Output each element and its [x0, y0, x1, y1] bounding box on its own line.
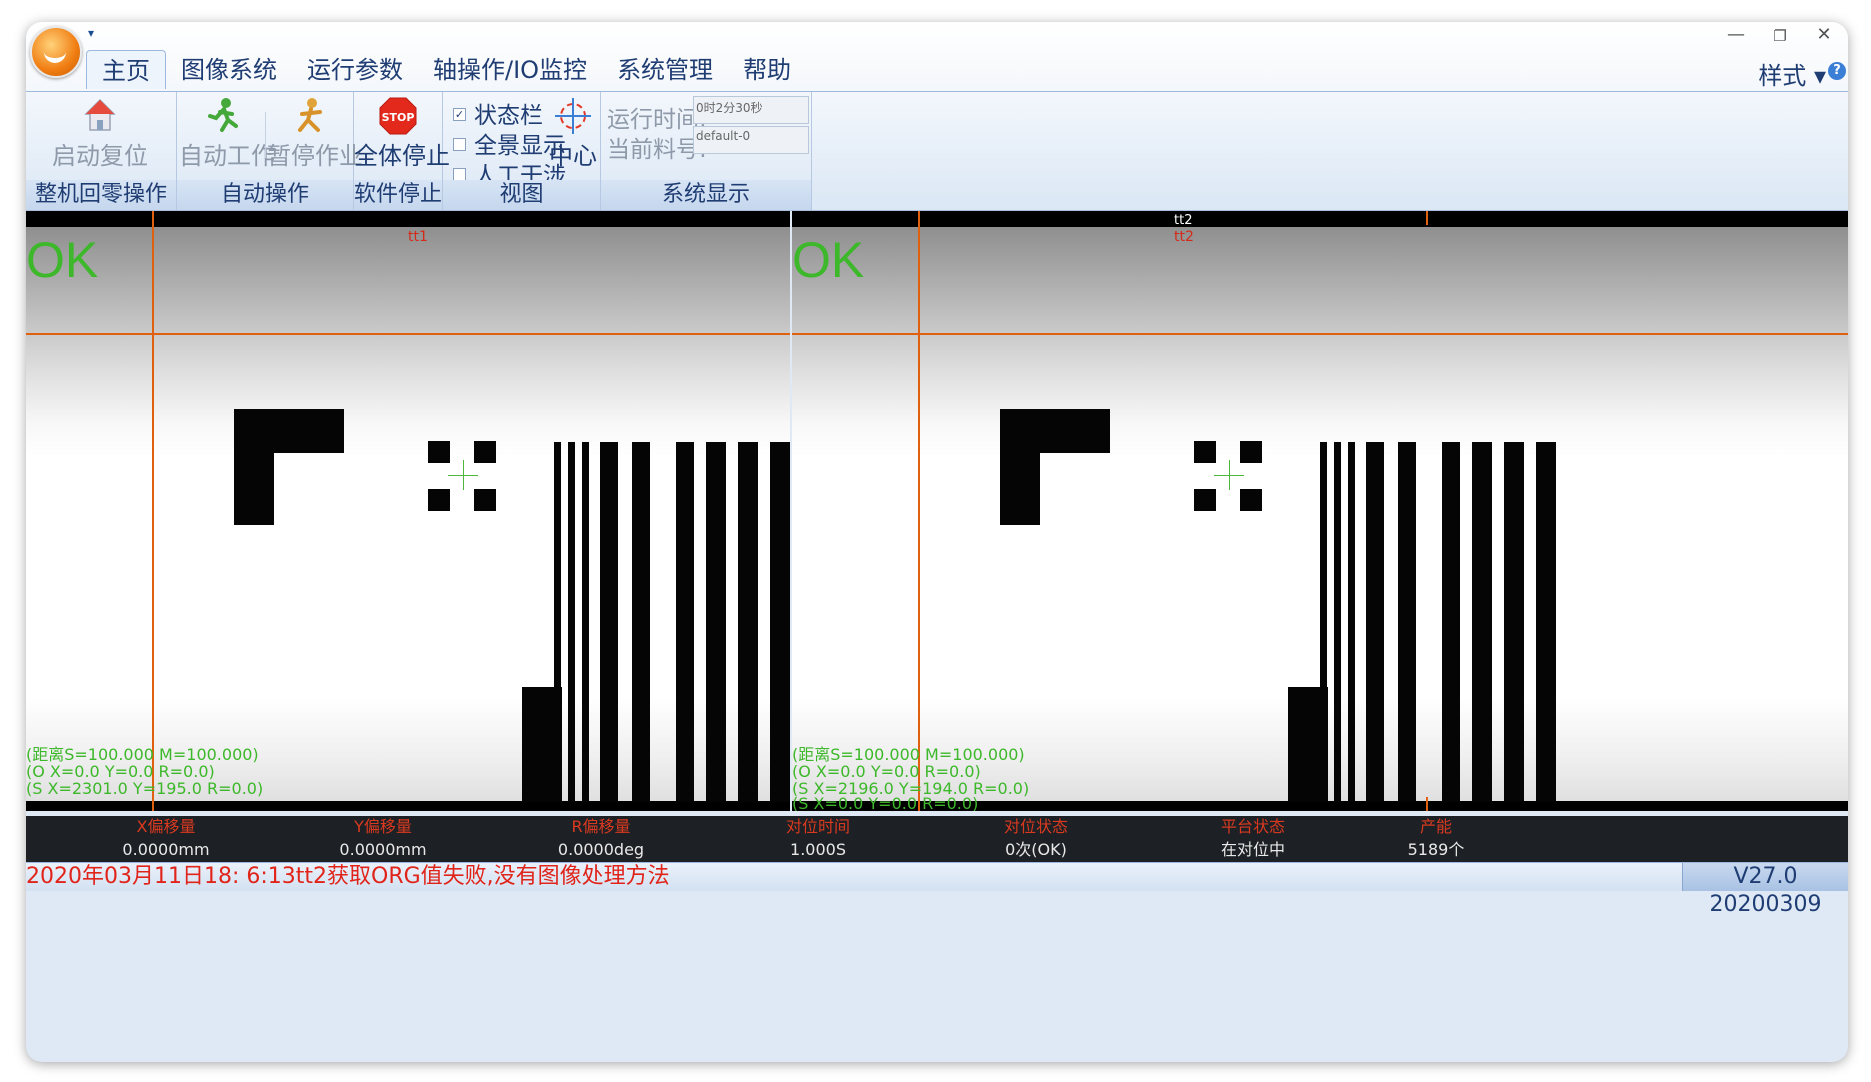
guide-marker-top — [1426, 211, 1428, 225]
camera-view-left[interactable]: OK tt1 (距离S=100.000 M=100.000) (O X=0.0 … — [26, 211, 790, 811]
pause-work-label: 暂停作业 — [267, 142, 363, 170]
guide-marker-bottom — [1426, 797, 1428, 811]
ribbon: 启动复位 整机回零操作 自动工作 暂停作业 自动操作 STOP 全体停止 软件停… — [26, 91, 1848, 211]
material-label: 当前料号: — [607, 137, 707, 163]
center-button-label: 中心 — [549, 142, 597, 170]
run-time-label: 运行时间: — [607, 107, 707, 133]
menu-tabs: 主页 图像系统 运行参数 轴操作/IO监控 系统管理 帮助 — [86, 50, 806, 90]
measure-info-line: (O X=0.0 Y=0.0 R=0.0) — [26, 762, 215, 781]
reset-button-label: 启动复位 — [52, 142, 148, 170]
guide-line-horizontal[interactable] — [26, 333, 790, 335]
auto-work-label: 自动工作 — [179, 142, 275, 170]
stat-y-offset: Y偏移量 0.0000mm — [273, 816, 493, 862]
result-ok-label: OK — [26, 232, 99, 288]
alignment-stats-bar: X偏移量 0.0000mm Y偏移量 0.0000mm R偏移量 0.0000d… — [26, 816, 1848, 864]
tab-system-admin[interactable]: 系统管理 — [602, 50, 728, 88]
stop-all-button[interactable]: STOP 全体停止 — [354, 96, 450, 171]
stat-label: 产能 — [1419, 817, 1452, 836]
stat-r-offset: R偏移量 0.0000deg — [491, 816, 711, 862]
stat-value: 0次(OK) — [1005, 840, 1067, 859]
stop-sign-icon: STOP — [379, 97, 417, 135]
version-label: V27.0 20200309 — [1682, 863, 1848, 917]
restore-button[interactable]: ❐ — [1760, 27, 1800, 45]
checkbox-status-bar[interactable]: ✓ 状态栏 — [453, 96, 543, 130]
run-time-field: 0时2分30秒 — [693, 96, 809, 124]
group-label-system-display: 系统显示 — [601, 180, 811, 210]
ribbon-group-homing: 启动复位 整机回零操作 — [26, 92, 177, 210]
pause-person-icon — [298, 98, 322, 132]
ribbon-separator — [265, 112, 266, 158]
help-icon[interactable]: ? — [1828, 62, 1846, 80]
ribbon-group-auto: 自动工作 暂停作业 自动操作 — [177, 92, 363, 210]
crosshair-target-icon — [555, 98, 591, 134]
checkbox-panorama-box[interactable] — [453, 138, 466, 151]
stat-label: R偏移量 — [571, 817, 631, 836]
camera-name-label: tt1 — [408, 229, 428, 245]
status-message: 2020年03月11日18: 6:13tt2获取ORG值失败,没有图像处理方法 — [26, 864, 670, 889]
tab-home[interactable]: 主页 — [86, 50, 166, 89]
reset-button[interactable]: 启动复位 — [44, 96, 156, 171]
ribbon-group-view: ✓ 状态栏 全景显示 人工干涉 中心 视图 — [443, 92, 601, 210]
measure-info-line: (S X=0.0 Y=0.0 R=0.0) — [792, 794, 979, 811]
status-bar: 2020年03月11日18: 6:13tt2获取ORG值失败,没有图像处理方法 … — [26, 862, 1848, 917]
ribbon-group-system-display: 运行时间: 0时2分30秒 当前料号: default-0 系统显示 — [601, 92, 812, 210]
stat-x-offset: X偏移量 0.0000mm — [56, 816, 276, 862]
app-window: ▾ — ❐ ✕ 主页 图像系统 运行参数 轴操作/IO监控 系统管理 帮助 样式… — [26, 22, 1848, 1062]
stat-align-time: 对位时间 1.000S — [708, 816, 928, 862]
stat-align-status: 对位状态 0次(OK) — [926, 816, 1146, 862]
auto-work-button[interactable]: 自动工作 — [179, 96, 275, 171]
ribbon-group-stop: STOP 全体停止 软件停止 — [354, 92, 450, 210]
pause-work-button[interactable]: 暂停作业 — [267, 96, 363, 171]
stat-label: Y偏移量 — [354, 817, 412, 836]
tab-run-params[interactable]: 运行参数 — [292, 50, 418, 88]
stat-value: 0.0000mm — [122, 840, 210, 859]
guide-line-vertical[interactable] — [918, 211, 920, 811]
stat-label: X偏移量 — [136, 817, 196, 836]
material-field: default-0 — [693, 126, 809, 154]
measure-info-line: (O X=0.0 Y=0.0 R=0.0) — [792, 762, 981, 781]
title-bar: ▾ — ❐ ✕ 主页 图像系统 运行参数 轴操作/IO监控 系统管理 帮助 样式… — [26, 22, 1848, 92]
svg-text:STOP: STOP — [382, 111, 415, 124]
measure-info-line: (距离S=100.000 M=100.000) — [26, 745, 259, 764]
camera-view-right[interactable]: OK tt2 tt2 (距离S=100.000 M=100.000) (O X=… — [792, 211, 1848, 811]
guide-line-vertical[interactable] — [152, 211, 154, 811]
measure-info-line: (距离S=100.000 M=100.000) — [792, 745, 1025, 764]
quick-access-dropdown-icon[interactable]: ▾ — [88, 26, 94, 40]
tab-axis-io[interactable]: 轴操作/IO监控 — [418, 50, 602, 88]
style-menu[interactable]: 样式 ▾ — [1758, 56, 1826, 91]
target-crosshair-vertical — [463, 460, 464, 490]
stat-value: 0.0000mm — [339, 840, 427, 859]
stat-value: 1.000S — [790, 840, 846, 859]
house-reset-icon — [84, 98, 116, 131]
camera-image-right — [792, 227, 1848, 802]
close-button[interactable]: ✕ — [1804, 24, 1844, 45]
target-crosshair-vertical — [1229, 460, 1230, 490]
camera-image-left — [26, 227, 790, 802]
measure-info-line: (S X=2301.0 Y=195.0 R=0.0) — [26, 779, 264, 798]
app-logo-icon[interactable] — [30, 26, 82, 78]
running-man-icon — [208, 98, 238, 132]
stat-label: 对位时间 — [785, 817, 850, 836]
stat-value: 0.0000deg — [557, 840, 645, 859]
group-label-homing: 整机回零操作 — [26, 180, 176, 210]
stat-throughput: 产能 5189个 — [1326, 816, 1546, 862]
camera-name-top-label: tt2 — [1174, 213, 1193, 228]
group-label-view: 视图 — [443, 180, 600, 210]
checkbox-status-bar-box[interactable]: ✓ — [453, 108, 466, 121]
result-ok-label: OK — [792, 232, 865, 288]
tab-help[interactable]: 帮助 — [728, 50, 806, 88]
minimize-button[interactable]: — — [1716, 24, 1756, 45]
stat-value: 5189个 — [1407, 840, 1465, 859]
camera-name-label: tt2 — [1174, 229, 1194, 245]
center-button[interactable]: 中心 — [547, 96, 599, 171]
tab-image-system[interactable]: 图像系统 — [166, 50, 292, 88]
group-label-stop: 软件停止 — [354, 180, 442, 210]
guide-line-horizontal[interactable] — [792, 333, 1848, 335]
stat-label: 对位状态 — [1003, 817, 1068, 836]
stop-all-label: 全体停止 — [354, 142, 450, 170]
group-label-auto: 自动操作 — [177, 180, 353, 210]
